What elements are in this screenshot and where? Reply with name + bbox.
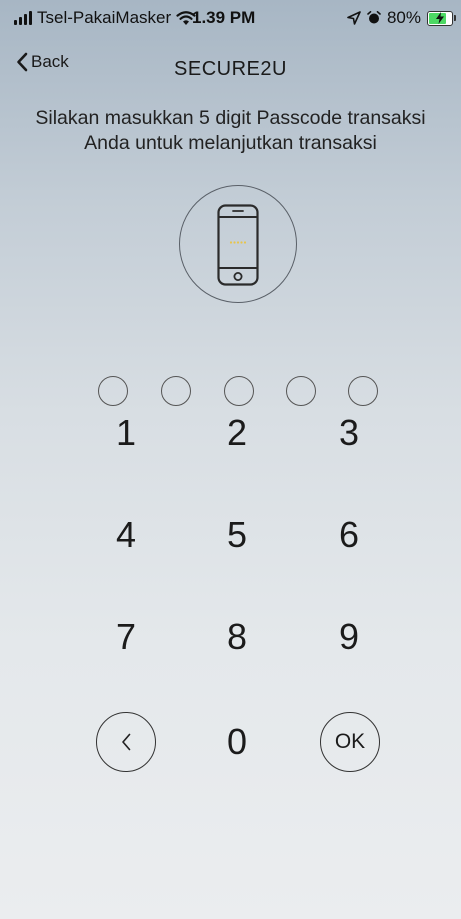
key-4[interactable]: 4 — [86, 500, 166, 570]
status-right: 80% — [347, 8, 456, 28]
carrier-name: Tsel-PakaiMasker — [37, 8, 172, 27]
key-5[interactable]: 5 — [197, 500, 277, 570]
alarm-icon — [367, 11, 381, 24]
battery-icon — [427, 10, 456, 26]
phone-illustration-circle — [179, 185, 297, 303]
key-8[interactable]: 8 — [197, 602, 277, 672]
key-9[interactable]: 9 — [309, 602, 389, 672]
charging-bolt-icon — [436, 11, 444, 24]
ok-button[interactable]: OK — [320, 712, 380, 772]
status-bar: Tsel-PakaiMasker 1.39 PM 80% — [0, 0, 461, 38]
key-7[interactable]: 7 — [86, 602, 166, 672]
key-2[interactable]: 2 — [197, 398, 277, 468]
chevron-left-icon — [122, 733, 131, 751]
status-left: Tsel-PakaiMasker — [14, 8, 196, 28]
ok-label: OK — [334, 730, 366, 753]
instruction-text: Silakan masukkan 5 digit Passcode transa… — [20, 106, 441, 156]
key-3[interactable]: 3 — [309, 398, 389, 468]
status-time: 1.39 PM — [192, 8, 256, 27]
backspace-button[interactable] — [96, 712, 156, 772]
page-title: SECURE2U — [174, 58, 287, 80]
location-icon — [347, 11, 361, 25]
instruction-line-2: Anda untuk melanjutkan transaksi — [84, 132, 377, 154]
battery-tip — [454, 14, 456, 21]
screen: Tsel-PakaiMasker 1.39 PM 80% Back SECURE… — [0, 0, 461, 919]
battery-percent: 80% — [386, 8, 421, 27]
key-0[interactable]: 0 — [197, 707, 277, 777]
key-1[interactable]: 1 — [86, 398, 166, 468]
key-6[interactable]: 6 — [309, 500, 389, 570]
smartphone-icon — [217, 204, 259, 286]
instruction-line-1: Silakan masukkan 5 digit Passcode transa… — [35, 107, 426, 129]
signal-icon — [14, 11, 32, 25]
